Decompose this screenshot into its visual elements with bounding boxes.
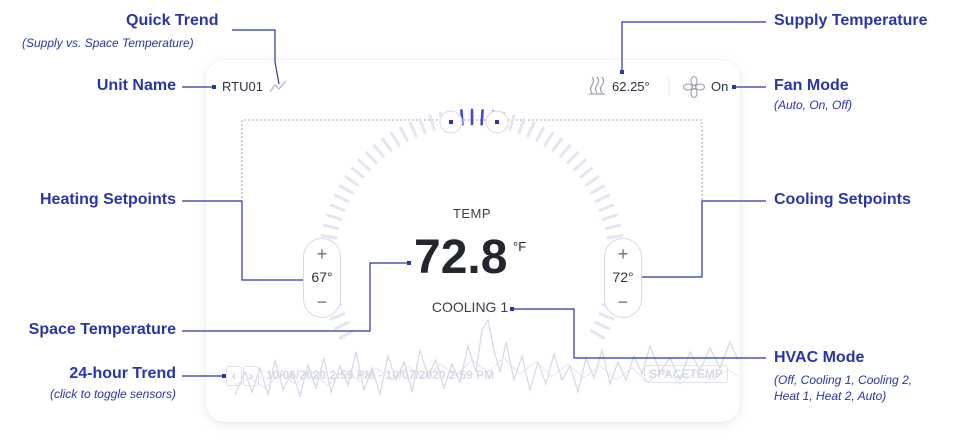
supply-temperature-value: 62.25° [612,79,650,94]
arc-tick [333,193,350,203]
heating-setpoint-value: 67° [311,269,333,285]
arc-tick [573,158,587,172]
heating-setpoints-title: Heating Setpoints [39,191,176,208]
trend-prev-button[interactable]: ‹ [226,366,242,386]
space-temp-connector [182,262,408,332]
arc-tick [526,121,536,138]
supply-connector [621,21,766,72]
arc-tick [333,321,350,331]
arc-tick [601,213,619,221]
arc-tick [408,121,418,138]
arc-tick [399,126,409,142]
arc-tick [508,114,516,131]
fan-mode-sub: (Auto, On, Off) [774,98,853,112]
arc-tick [390,131,401,147]
arc-tick [590,329,606,340]
hvac-mode-value[interactable]: COOLING 1 [420,299,520,315]
fan-icon [682,75,706,99]
trend-24h-sub: (click to toggle sensors) [49,387,176,401]
arc-tick [543,131,554,147]
cooling-setpoints-title: Cooling Setpoints [774,191,911,208]
arc-tick [584,175,600,187]
connector-dot [449,120,453,124]
arc-tick [566,151,580,165]
arc-tick [364,151,378,165]
heating-setpoint-control: + 67° − [303,238,341,318]
hvac-mode-sub-2: Heat 1, Heat 2, Auto) [774,389,887,403]
arc-tick [372,144,385,158]
quick-trend-sub: (Supply vs. Space Temperature) [22,36,194,50]
arc-tick [551,137,563,152]
temp-label: TEMP [452,206,492,221]
arc-tick [598,203,615,212]
heat-waves-icon [589,76,605,95]
arc-tick [579,166,594,179]
connector-dot [407,261,411,265]
arc-tick [338,184,354,195]
arc-tick [604,223,621,231]
arc-tick [590,184,606,195]
hvac-mode-sub-1: (Off, Cooling 1, Cooling 2, [774,373,913,387]
arc-tick [480,109,484,126]
arc-tick [594,193,611,203]
connector-dot [732,85,736,89]
arc-tick [338,329,354,340]
trend-line-icon[interactable] [269,80,287,93]
temperature-unit: °F [513,239,527,254]
arc-tick [329,203,346,212]
arc-tick [517,117,526,134]
space-temperature-value: 72.8 [414,231,508,284]
fan-mode-title: Fan Mode [774,77,849,94]
cooling-decrease-button[interactable]: − [605,293,641,311]
arc-tick [381,137,393,152]
quick-trend-connector [232,29,280,85]
connector-dot [620,70,624,74]
heating-decrease-button[interactable]: − [304,293,340,311]
arc-tick [594,321,611,331]
quick-trend-title: Quick Trend [126,12,219,29]
arc-tick [323,223,340,231]
cooling-setpoint-value: 72° [612,269,634,285]
trend-next-button[interactable]: › [243,366,259,386]
arc-tick [418,117,427,134]
hvac-mode-title: HVAC Mode [774,349,865,366]
cooling-setpoint-control: + 72° − [604,238,642,318]
unit-name: RTU01 [222,79,263,94]
arc-tick [535,126,545,142]
trend-sensor-button[interactable]: SPACETEMP [644,365,728,383]
arc-tick [325,213,343,221]
hvac-connector [512,308,766,359]
connector-dot [495,120,499,124]
supply-temperature-title: Supply Temperature [774,12,928,29]
arc-tick [559,144,572,158]
heating-increase-button[interactable]: + [304,245,340,263]
arc-tick [344,175,360,187]
trend-24h-title: 24-hour Trend [69,365,176,382]
trend-date-range: 10/06/2020 2:59 PM - 10/07/2020 2:59 PM [266,368,495,382]
cooling-increase-button[interactable]: + [605,245,641,263]
unit-name-title: Unit Name [96,77,176,94]
arc-tick [350,166,365,179]
arc-tick [428,114,436,131]
arc-tick [357,158,371,172]
space-temperature-title: Space Temperature [28,321,176,338]
connector-dot [212,85,216,89]
cooling-connector [640,200,766,278]
heating-connector [182,200,306,281]
fan-mode-value[interactable]: On [711,79,728,94]
arc-tick [598,312,615,321]
